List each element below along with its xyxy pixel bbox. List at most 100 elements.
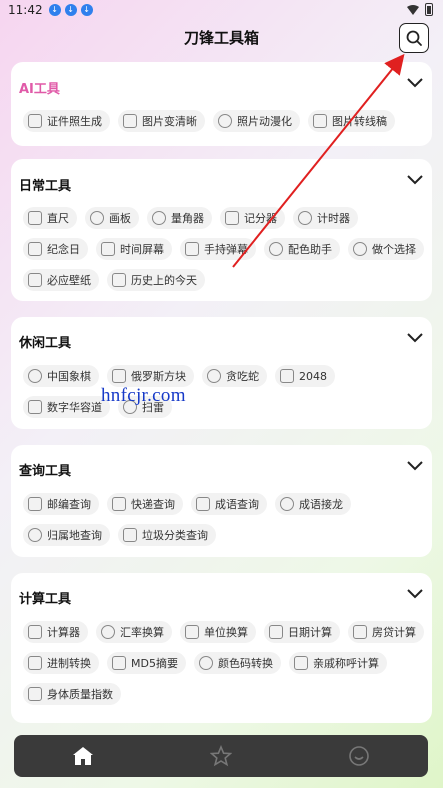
chevron-down-icon[interactable] xyxy=(406,587,424,601)
tool-list: 直尺 画板 量角器 记分器 计时器 纪念日 时间屏幕 手持弹幕 配色助手 做个选… xyxy=(23,207,424,291)
chevron-down-icon[interactable] xyxy=(406,459,424,473)
section-title: AI工具 xyxy=(19,82,60,97)
date-calc-icon xyxy=(269,625,283,639)
grid-icon xyxy=(280,369,294,383)
tool-chip[interactable]: 汇率换算 xyxy=(96,621,172,643)
nav-profile[interactable] xyxy=(290,735,428,777)
palette-icon xyxy=(90,211,104,225)
tool-chip[interactable]: 垃圾分类查询 xyxy=(118,524,216,546)
house-icon xyxy=(353,625,367,639)
tool-chip[interactable]: 房贷计算 xyxy=(348,621,424,643)
choice-icon xyxy=(353,242,367,256)
color-code-icon xyxy=(198,656,213,670)
puzzle-icon xyxy=(28,400,42,414)
tool-chip[interactable]: 画板 xyxy=(85,207,139,229)
tool-chip[interactable]: 计时器 xyxy=(293,207,358,229)
tool-chip[interactable]: 快递查询 xyxy=(107,493,183,515)
tool-chip[interactable]: 证件照生成 xyxy=(23,110,110,132)
tool-chip[interactable]: 必应壁纸 xyxy=(23,269,99,291)
smile-icon xyxy=(349,746,369,766)
book-icon xyxy=(196,497,210,511)
section-leisure-tools: 休闲工具 中国象棋 俄罗斯方块 贪吃蛇 2048 数字华容道 扫雷 xyxy=(11,317,432,429)
tool-chip[interactable]: 贪吃蛇 xyxy=(202,365,267,387)
bmi-icon xyxy=(28,687,42,701)
tool-chip[interactable]: 手持弹幕 xyxy=(180,238,256,260)
truck-icon xyxy=(112,497,126,511)
download-icon: ↓ xyxy=(48,4,61,16)
unit-icon xyxy=(185,625,199,639)
section-daily-tools: 日常工具 直尺 画板 量角器 记分器 计时器 纪念日 时间屏幕 手持弹幕 配色助… xyxy=(11,159,432,301)
battery-icon xyxy=(425,3,433,16)
tool-chip[interactable]: 计算器 xyxy=(23,621,88,643)
section-query-tools: 查询工具 邮编查询 快递查询 成语查询 成语接龙 归属地查询 垃圾分类查询 xyxy=(11,445,432,557)
tool-chip[interactable]: 历史上的今天 xyxy=(107,269,205,291)
pencil-icon xyxy=(313,114,327,128)
tool-chip[interactable]: 图片转线稿 xyxy=(308,110,395,132)
tool-chip[interactable]: 纪念日 xyxy=(23,238,88,260)
tool-chip[interactable]: 俄罗斯方块 xyxy=(107,365,194,387)
search-button[interactable] xyxy=(399,23,429,53)
tool-chip[interactable]: 亲戚称呼计算 xyxy=(288,652,387,674)
tool-list: 证件照生成 图片变清晰 照片动漫化 图片转线稿 xyxy=(23,110,424,132)
status-bar: 11:42 ↓ ↓ ↓ xyxy=(0,0,443,20)
clock-screen-icon xyxy=(101,242,115,256)
nav-favorites[interactable] xyxy=(152,735,290,777)
md5-icon xyxy=(112,656,126,670)
tetris-icon xyxy=(112,369,126,383)
protractor-icon xyxy=(152,211,166,225)
scoreboard-icon xyxy=(225,211,239,225)
tool-chip[interactable]: 中国象棋 xyxy=(23,365,99,387)
sparkle-icon xyxy=(218,114,232,128)
postcode-icon xyxy=(28,497,42,511)
chevron-down-icon[interactable] xyxy=(406,173,424,187)
trash-icon xyxy=(123,528,137,542)
tool-chip[interactable]: 归属地查询 xyxy=(23,524,110,546)
tool-chip[interactable]: 配色助手 xyxy=(264,238,340,260)
tool-chip[interactable]: 2048 xyxy=(275,365,335,387)
tool-chip[interactable]: 邮编查询 xyxy=(23,493,99,515)
calendar-icon xyxy=(28,242,42,256)
chevron-down-icon[interactable] xyxy=(406,76,424,90)
download-icon: ↓ xyxy=(80,4,93,16)
tool-chip[interactable]: 身体质量指数 xyxy=(23,683,121,705)
marquee-icon xyxy=(185,242,199,256)
tool-chip[interactable]: 照片动漫化 xyxy=(213,110,300,132)
tool-chip[interactable]: 成语查询 xyxy=(191,493,267,515)
currency-icon xyxy=(101,625,115,639)
chess-icon xyxy=(28,369,42,383)
chevron-down-icon[interactable] xyxy=(406,331,424,345)
section-title: 休闲工具 xyxy=(19,336,72,351)
chain-icon xyxy=(280,497,294,511)
star-icon xyxy=(210,745,232,767)
wifi-icon xyxy=(407,4,419,15)
ruler-icon xyxy=(28,211,42,225)
relatives-icon xyxy=(293,656,308,670)
bottom-nav xyxy=(14,735,428,777)
wallpaper-icon xyxy=(28,273,42,287)
tool-chip[interactable]: 时间屏幕 xyxy=(96,238,172,260)
tool-chip[interactable]: 记分器 xyxy=(220,207,285,229)
id-card-icon xyxy=(28,114,42,128)
hd-icon xyxy=(123,114,137,128)
tool-chip[interactable]: 日期计算 xyxy=(264,621,340,643)
tool-chip[interactable]: 进制转换 xyxy=(23,652,99,674)
section-title: 计算工具 xyxy=(19,592,72,607)
home-icon xyxy=(73,747,93,765)
tool-chip[interactable]: 单位换算 xyxy=(180,621,256,643)
nav-home[interactable] xyxy=(14,735,152,777)
snake-icon xyxy=(207,369,221,383)
tool-chip[interactable]: 成语接龙 xyxy=(275,493,351,515)
tool-chip[interactable]: 数字华容道 xyxy=(23,396,110,418)
calculator-icon xyxy=(28,625,42,639)
tool-chip[interactable]: 量角器 xyxy=(147,207,212,229)
tool-chip[interactable]: MD5摘要 xyxy=(107,652,186,674)
tool-chip[interactable]: 做个选择 xyxy=(348,238,424,260)
section-calc-tools: 计算工具 计算器 汇率换算 单位换算 日期计算 房贷计算 进制转换 MD5摘要 … xyxy=(11,573,432,723)
base-convert-icon xyxy=(28,656,42,670)
tool-chip[interactable]: 图片变清晰 xyxy=(118,110,205,132)
color-palette-icon xyxy=(269,242,283,256)
watermark-text: hnfcjr.com xyxy=(101,385,186,406)
location-icon xyxy=(28,528,42,542)
tool-chip[interactable]: 颜色码转换 xyxy=(193,652,281,674)
tool-chip[interactable]: 直尺 xyxy=(23,207,77,229)
